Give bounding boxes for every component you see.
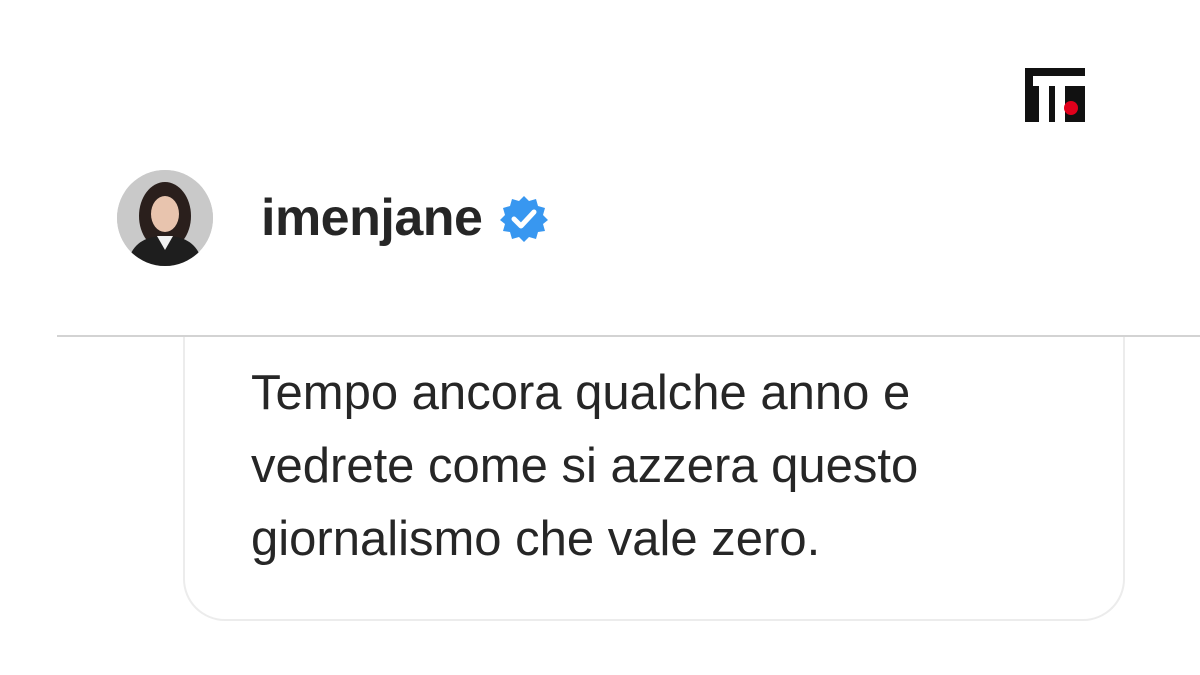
comment-line: Tempo ancora qualche anno e (251, 366, 911, 420)
comment-text: Tempo ancora qualche anno e vedrete come… (251, 357, 1111, 576)
username[interactable]: imenjane (261, 192, 483, 244)
publisher-logo-icon (1025, 68, 1085, 122)
profile-header: imenjane (117, 170, 549, 266)
avatar[interactable] (117, 170, 213, 266)
comment-bubble: Tempo ancora qualche anno e vedrete come… (183, 337, 1125, 621)
verified-badge-icon (500, 194, 549, 242)
comment-line: giornalismo che vale zero. (251, 512, 821, 566)
comment-line: vedrete come si azzera questo (251, 439, 919, 493)
